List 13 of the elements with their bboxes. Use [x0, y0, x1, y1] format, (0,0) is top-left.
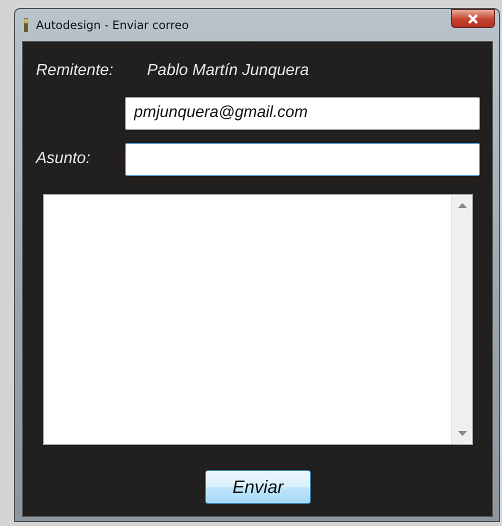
close-button[interactable]: [451, 9, 495, 28]
app-icon: [22, 17, 30, 33]
scroll-up-icon[interactable]: [458, 203, 466, 208]
window-title: Autodesign - Enviar correo: [36, 18, 189, 32]
send-button[interactable]: Enviar: [205, 470, 311, 504]
sender-label: Remitente:: [36, 62, 114, 80]
message-field[interactable]: [43, 194, 473, 445]
scrollbar[interactable]: [451, 195, 472, 444]
scroll-down-icon[interactable]: [458, 431, 466, 436]
subject-field[interactable]: [125, 142, 480, 176]
close-icon: [467, 14, 479, 24]
subject-label: Asunto:: [36, 150, 92, 168]
sender-name: Pablo Martín Junquera: [147, 62, 309, 80]
